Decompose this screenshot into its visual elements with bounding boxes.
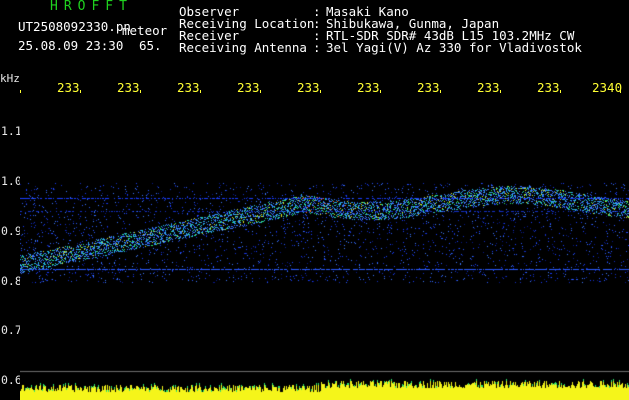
datetime-label: 25.08.09 23:30 <box>18 38 124 53</box>
antenna-label: Receiving Antenna <box>179 40 307 55</box>
file-name: UT2508092330.pn <box>18 19 131 34</box>
count-value: 65. <box>139 38 162 53</box>
file-tag: meteor <box>122 23 168 38</box>
y-label: 0.7 <box>1 323 22 337</box>
y-label: 1.1 <box>1 124 22 138</box>
brand-title: HROFFT <box>50 0 133 14</box>
antenna-colon: : <box>313 40 321 55</box>
y-label: 0.9 <box>1 224 22 238</box>
y-label: 1.0 <box>1 174 22 188</box>
y-unit-label: kHz <box>0 72 20 85</box>
antenna-value: 3el Yagi(V) Az 330 for Vladivostok <box>326 40 582 55</box>
y-label: 0.8 <box>1 274 22 288</box>
spectrogram-plot <box>20 93 629 400</box>
y-label: 0.6 <box>1 373 22 387</box>
